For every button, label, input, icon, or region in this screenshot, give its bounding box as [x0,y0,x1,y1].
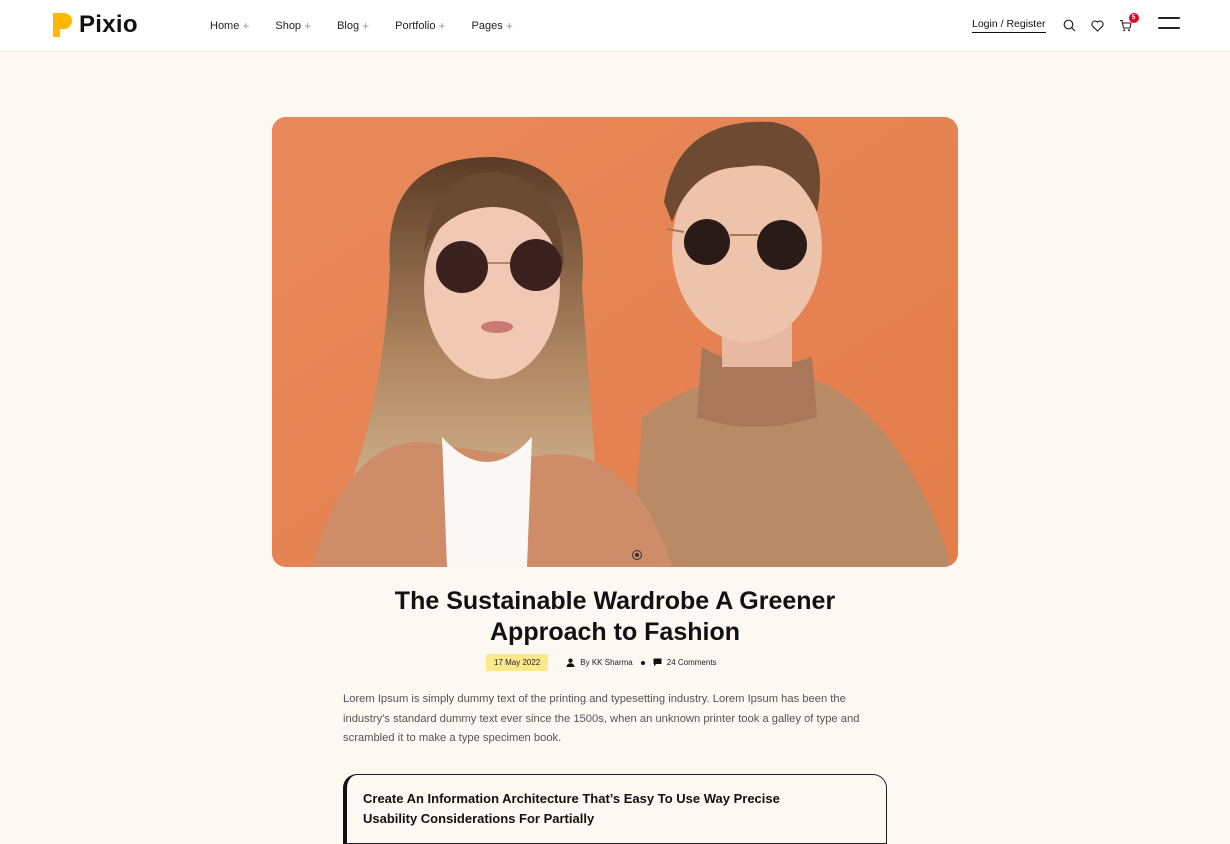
nav-item-pages[interactable]: Pages + [472,19,513,33]
meta-separator [640,660,645,665]
menu-icon[interactable] [1158,17,1180,33]
logo[interactable]: Pixio [51,10,138,40]
login-register-link[interactable]: Login / Register [972,18,1046,33]
author-prefix: By [580,658,590,667]
blockquote: Create An Information Architecture That’… [343,774,887,844]
nav-item-label: Blog [337,19,360,32]
nav-item-label: Portfolio [395,19,436,32]
post-body: Lorem Ipsum is simply dummy text of the … [343,693,860,744]
header-tools: Login / Register 5 [972,0,1146,51]
slider-indicator[interactable] [632,550,642,560]
nav-item-portfolio[interactable]: Portfolio + [395,19,445,33]
logo-mark-icon [52,13,72,38]
nav-item-label: Home [210,19,240,32]
cart-count-badge: 5 [1128,12,1139,23]
comment-count: 24 Comments [666,658,717,667]
nav-item-home[interactable]: Home + [210,19,249,33]
nav-item-blog[interactable]: Blog + [337,19,369,33]
heart-icon[interactable] [1090,18,1106,34]
author-meta[interactable]: By KK Sharma [566,658,633,667]
post-title: The Sustainable Wardrobe A Greener Appro… [394,587,836,646]
post-meta: 17 May 2022 By KK Sharma 24 Comments [486,654,717,671]
main-nav: Home + Shop + Blog + Portfolio + Pages + [210,0,539,51]
hero-image [272,117,958,567]
site-header: Pixio Home + Shop + Blog + Portfolio + P… [0,0,1230,52]
user-icon [566,658,575,667]
nav-item-shop[interactable]: Shop + [275,19,311,33]
brand-name: Pixio [79,11,138,38]
author-name: KK Sharma [591,658,633,667]
comments-meta[interactable]: 24 Comments [653,658,717,667]
nav-item-label: Shop [275,19,302,32]
hero-illustration [272,117,958,567]
date-badge: 17 May 2022 [486,654,549,671]
plus-icon: + [438,18,446,33]
nav-item-label: Pages [471,19,503,32]
plus-icon: + [304,18,312,33]
cart-icon[interactable]: 5 [1118,12,1139,34]
plus-icon: + [362,18,370,33]
search-icon[interactable] [1062,18,1078,34]
plus-icon: + [505,18,513,33]
plus-icon: + [242,18,250,33]
quote-text: Create An Information Architecture That’… [363,791,780,826]
comment-icon [653,658,662,667]
